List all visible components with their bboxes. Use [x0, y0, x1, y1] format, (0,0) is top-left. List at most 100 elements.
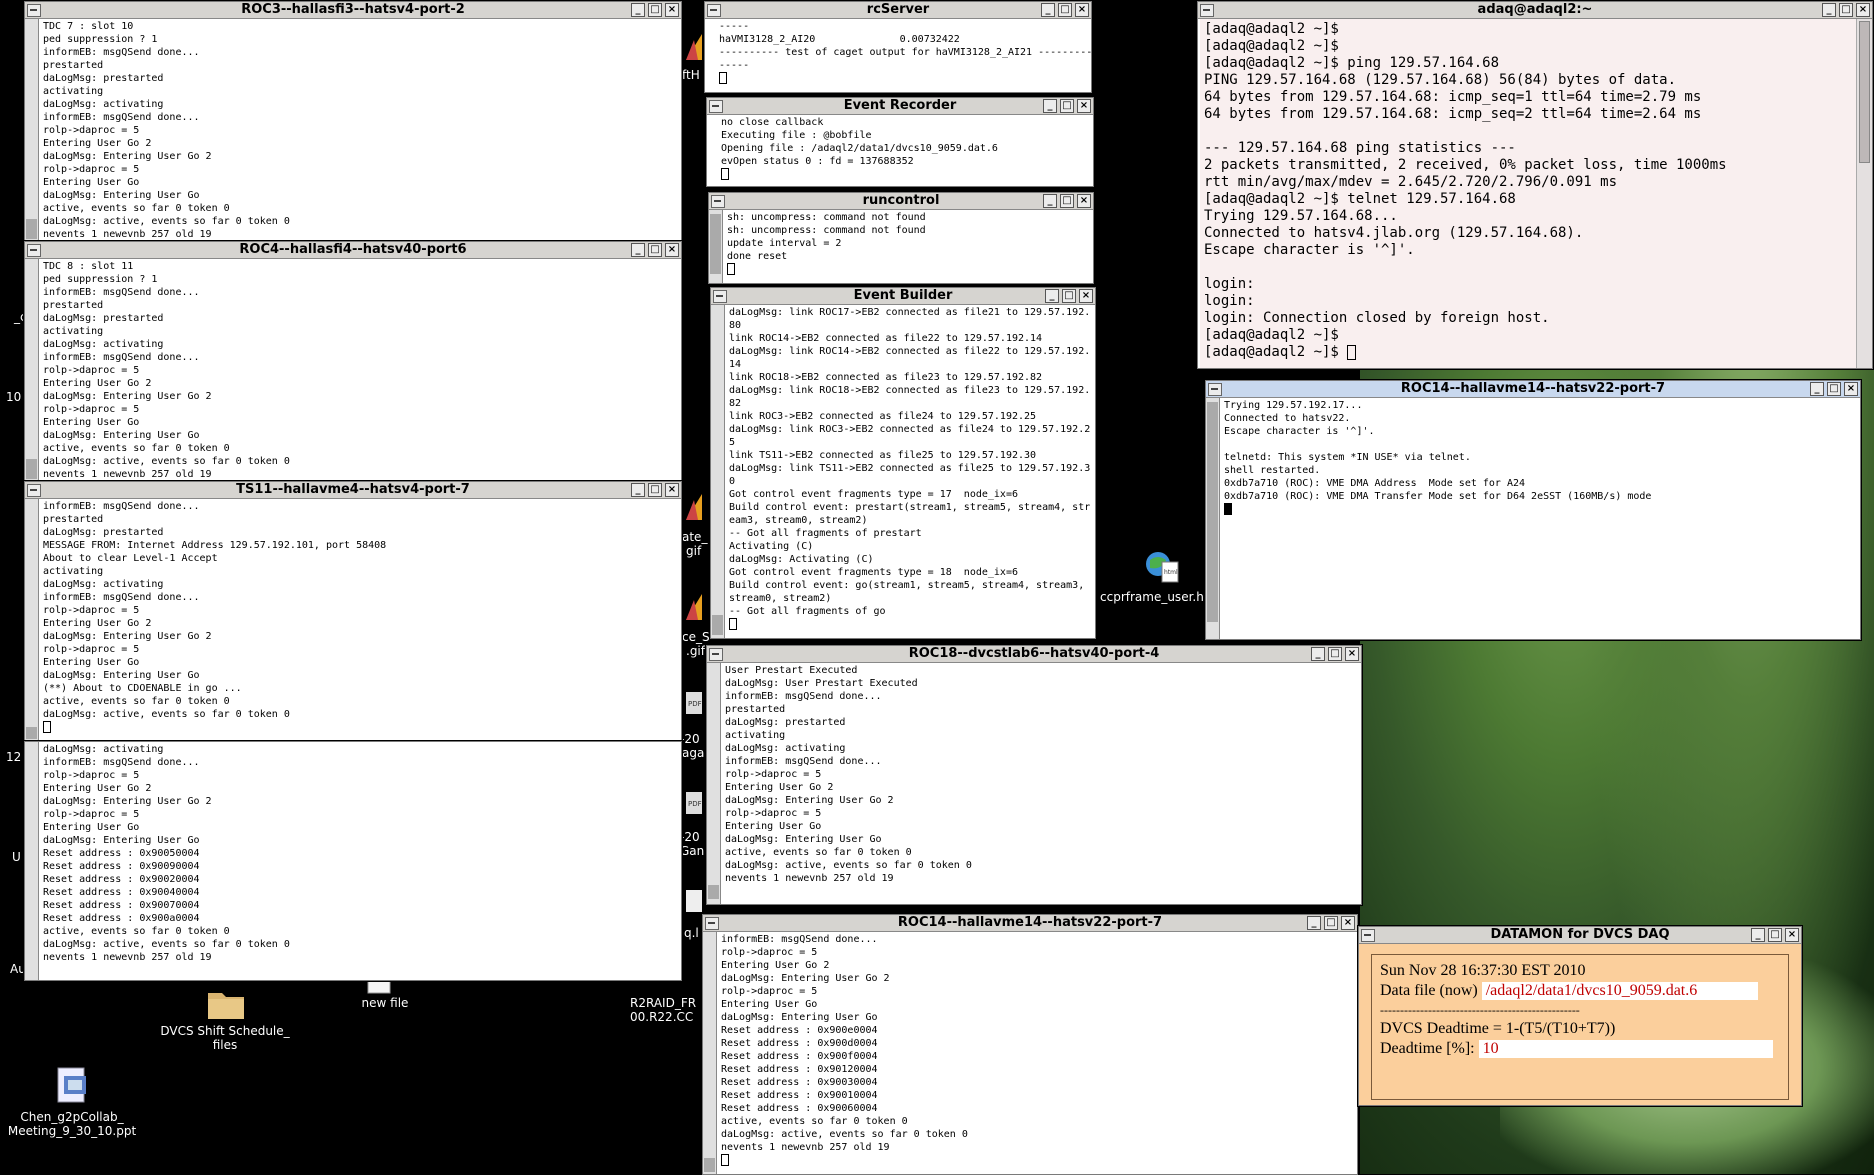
- close-button[interactable]: ×: [665, 483, 679, 497]
- window-titlebar[interactable]: Event Recorder _ □ ×: [707, 98, 1093, 115]
- desktop-icon-label[interactable]: new file: [340, 996, 430, 1010]
- window-titlebar[interactable]: runcontrol _ □ ×: [709, 193, 1093, 210]
- minimize-button[interactable]: _: [1043, 194, 1057, 208]
- maximize-button[interactable]: □: [1827, 382, 1841, 396]
- close-button[interactable]: ×: [665, 3, 679, 17]
- scrollbar[interactable]: [25, 19, 39, 242]
- scrollbar[interactable]: [711, 305, 725, 638]
- html-file-icon[interactable]: html: [1144, 548, 1180, 586]
- scrollbar[interactable]: [703, 932, 717, 1174]
- pdf-file-icon[interactable]: PDF: [684, 790, 704, 816]
- desktop-icon-label[interactable]: ccprframe_user.h: [1100, 590, 1210, 604]
- maximize-button[interactable]: □: [1839, 3, 1853, 17]
- roc14-upper-terminal-window[interactable]: ROC14--hallavme14--hatsv22-port-7 _ □ × Tr…: [1205, 380, 1861, 640]
- event-recorder-window[interactable]: Event Recorder _ □ × no close callback Exe…: [706, 97, 1094, 187]
- scrollbar-thumb[interactable]: [1859, 21, 1870, 163]
- pdf-file-icon[interactable]: PDF: [684, 690, 704, 716]
- window-menu-icon[interactable]: [709, 100, 723, 113]
- close-button[interactable]: ×: [1077, 194, 1091, 208]
- terminal-output[interactable]: [adaq@adaql2 ~]$ [adaq@adaql2 ~]$ [adaq@…: [1200, 19, 1856, 368]
- window-menu-icon[interactable]: [1200, 4, 1214, 17]
- window-menu-icon[interactable]: [705, 917, 719, 930]
- rcserver-window[interactable]: rcServer _ □ × ----- haVMI3128_2_AI20 0.00…: [704, 1, 1092, 93]
- terminal-output[interactable]: TDC 7 : slot 10 ped suppression ? 1 info…: [39, 19, 681, 242]
- minimize-button[interactable]: _: [631, 243, 645, 257]
- close-button[interactable]: ×: [1844, 382, 1858, 396]
- window-titlebar[interactable]: DATAMON for DVCS DAQ _ □ ×: [1359, 927, 1801, 944]
- runcontrol-window[interactable]: runcontrol _ □ × sh: uncompress: command n…: [708, 192, 1094, 284]
- window-menu-icon[interactable]: [1208, 383, 1222, 396]
- window-titlebar[interactable]: ROC18--dvcstlab6--hatsv40-port-4 _ □ ×: [707, 646, 1361, 663]
- roc4-terminal-window[interactable]: ROC4--hallasfi4--hatsv40-port6 _ □ × TDC 8…: [24, 241, 682, 483]
- lower-left-terminal-window[interactable]: daLogMsg: activating informEB: msgQSend …: [24, 741, 682, 981]
- window-titlebar[interactable]: rcServer _ □ ×: [705, 2, 1091, 19]
- close-button[interactable]: ×: [1856, 3, 1870, 17]
- scrollbar[interactable]: [709, 210, 723, 283]
- window-titlebar[interactable]: ROC14--hallavme14--hatsv22-port-7 _ □ ×: [1206, 381, 1860, 398]
- minimize-button[interactable]: _: [1822, 3, 1836, 17]
- terminal-output[interactable]: User Prestart Executed daLogMsg: User Pr…: [721, 663, 1361, 904]
- window-menu-icon[interactable]: [27, 484, 41, 497]
- terminal-output[interactable]: Trying 129.57.192.17... Connected to hat…: [1220, 398, 1860, 639]
- close-button[interactable]: ×: [1075, 3, 1089, 17]
- minimize-button[interactable]: _: [631, 483, 645, 497]
- terminal-output[interactable]: daLogMsg: link ROC17->EB2 connected as f…: [725, 305, 1095, 638]
- minimize-button[interactable]: _: [1311, 647, 1325, 661]
- roc3-terminal-window[interactable]: ROC3--hallasfi3--hatsv4-port-2 _ □ × TDC 7…: [24, 1, 682, 243]
- window-titlebar[interactable]: adaq@adaql2:~ _ □ ×: [1198, 2, 1872, 19]
- minimize-button[interactable]: _: [1307, 916, 1321, 930]
- gif-file-icon[interactable]: [684, 30, 704, 62]
- maximize-button[interactable]: □: [648, 483, 662, 497]
- folder-icon[interactable]: [206, 985, 246, 1021]
- datamon-window[interactable]: DATAMON for DVCS DAQ _ □ × Sun Nov 28 16:3…: [1358, 926, 1802, 1106]
- close-button[interactable]: ×: [1079, 289, 1093, 303]
- adaq-terminal-window[interactable]: adaq@adaql2:~ _ □ × [adaq@adaql2 ~]$ [adaq…: [1197, 1, 1873, 369]
- window-titlebar[interactable]: Event Builder _ □ ×: [711, 288, 1095, 305]
- minimize-button[interactable]: _: [1751, 928, 1765, 942]
- roc14-lower-terminal-window[interactable]: ROC14--hallavme14--hatsv22-port-7 _ □ × in…: [702, 914, 1358, 1175]
- ppt-icon[interactable]: [54, 1066, 92, 1106]
- terminal-output[interactable]: sh: uncompress: command not found sh: un…: [723, 210, 1093, 283]
- maximize-button[interactable]: □: [1058, 3, 1072, 17]
- maximize-button[interactable]: □: [1324, 916, 1338, 930]
- maximize-button[interactable]: □: [1768, 928, 1782, 942]
- event-builder-window[interactable]: Event Builder _ □ × daLogMsg: link ROC17->…: [710, 287, 1096, 639]
- maximize-button[interactable]: □: [1062, 289, 1076, 303]
- terminal-output[interactable]: informEB: msgQSend done... rolp->daproc …: [717, 932, 1357, 1174]
- ts11-terminal-window[interactable]: TS11--hallavme4--hatsv4-port-7 _ □ × infor…: [24, 481, 682, 743]
- window-menu-icon[interactable]: [711, 195, 725, 208]
- window-titlebar[interactable]: ROC3--hallasfi3--hatsv4-port-2 _ □ ×: [25, 2, 681, 19]
- gif-file-icon[interactable]: [684, 590, 704, 622]
- close-button[interactable]: ×: [1785, 928, 1799, 942]
- desktop-icon-label[interactable]: Chen_g2pCollab_ Meeting_9_30_10.ppt: [2, 1110, 142, 1138]
- scrollbar[interactable]: [25, 499, 39, 742]
- maximize-button[interactable]: □: [1060, 99, 1074, 113]
- terminal-output[interactable]: no close callback Executing file : @bobf…: [717, 115, 1093, 186]
- close-button[interactable]: ×: [1077, 99, 1091, 113]
- scrollbar[interactable]: [25, 742, 39, 980]
- maximize-button[interactable]: □: [648, 243, 662, 257]
- scrollbar[interactable]: [707, 663, 721, 904]
- scrollbar[interactable]: [25, 259, 39, 482]
- maximize-button[interactable]: □: [1060, 194, 1074, 208]
- window-titlebar[interactable]: ROC4--hallasfi4--hatsv40-port6 _ □ ×: [25, 242, 681, 259]
- window-menu-icon[interactable]: [707, 4, 721, 17]
- terminal-output[interactable]: daLogMsg: activating informEB: msgQSend …: [39, 742, 681, 980]
- desktop-icon-label[interactable]: DVCS Shift Schedule_ files: [150, 1024, 300, 1052]
- roc18-terminal-window[interactable]: ROC18--dvcstlab6--hatsv40-port-4 _ □ × Use…: [706, 645, 1362, 905]
- minimize-button[interactable]: _: [1810, 382, 1824, 396]
- minimize-button[interactable]: _: [1041, 3, 1055, 17]
- window-menu-icon[interactable]: [713, 290, 727, 303]
- close-button[interactable]: ×: [1341, 916, 1355, 930]
- terminal-output[interactable]: ----- haVMI3128_2_AI20 0.00732422 ------…: [715, 19, 1091, 92]
- terminal-output[interactable]: TDC 8 : slot 11 ped suppression ? 1 info…: [39, 259, 681, 482]
- close-button[interactable]: ×: [1345, 647, 1359, 661]
- window-menu-icon[interactable]: [27, 4, 41, 17]
- window-menu-icon[interactable]: [709, 648, 723, 661]
- window-menu-icon[interactable]: [27, 244, 41, 257]
- scrollbar[interactable]: [1856, 19, 1872, 368]
- gif-file-icon[interactable]: [684, 490, 704, 522]
- minimize-button[interactable]: _: [1043, 99, 1057, 113]
- desktop-icon-label[interactable]: R2RAID_FR 00.R22.CC: [630, 996, 700, 1024]
- maximize-button[interactable]: □: [1328, 647, 1342, 661]
